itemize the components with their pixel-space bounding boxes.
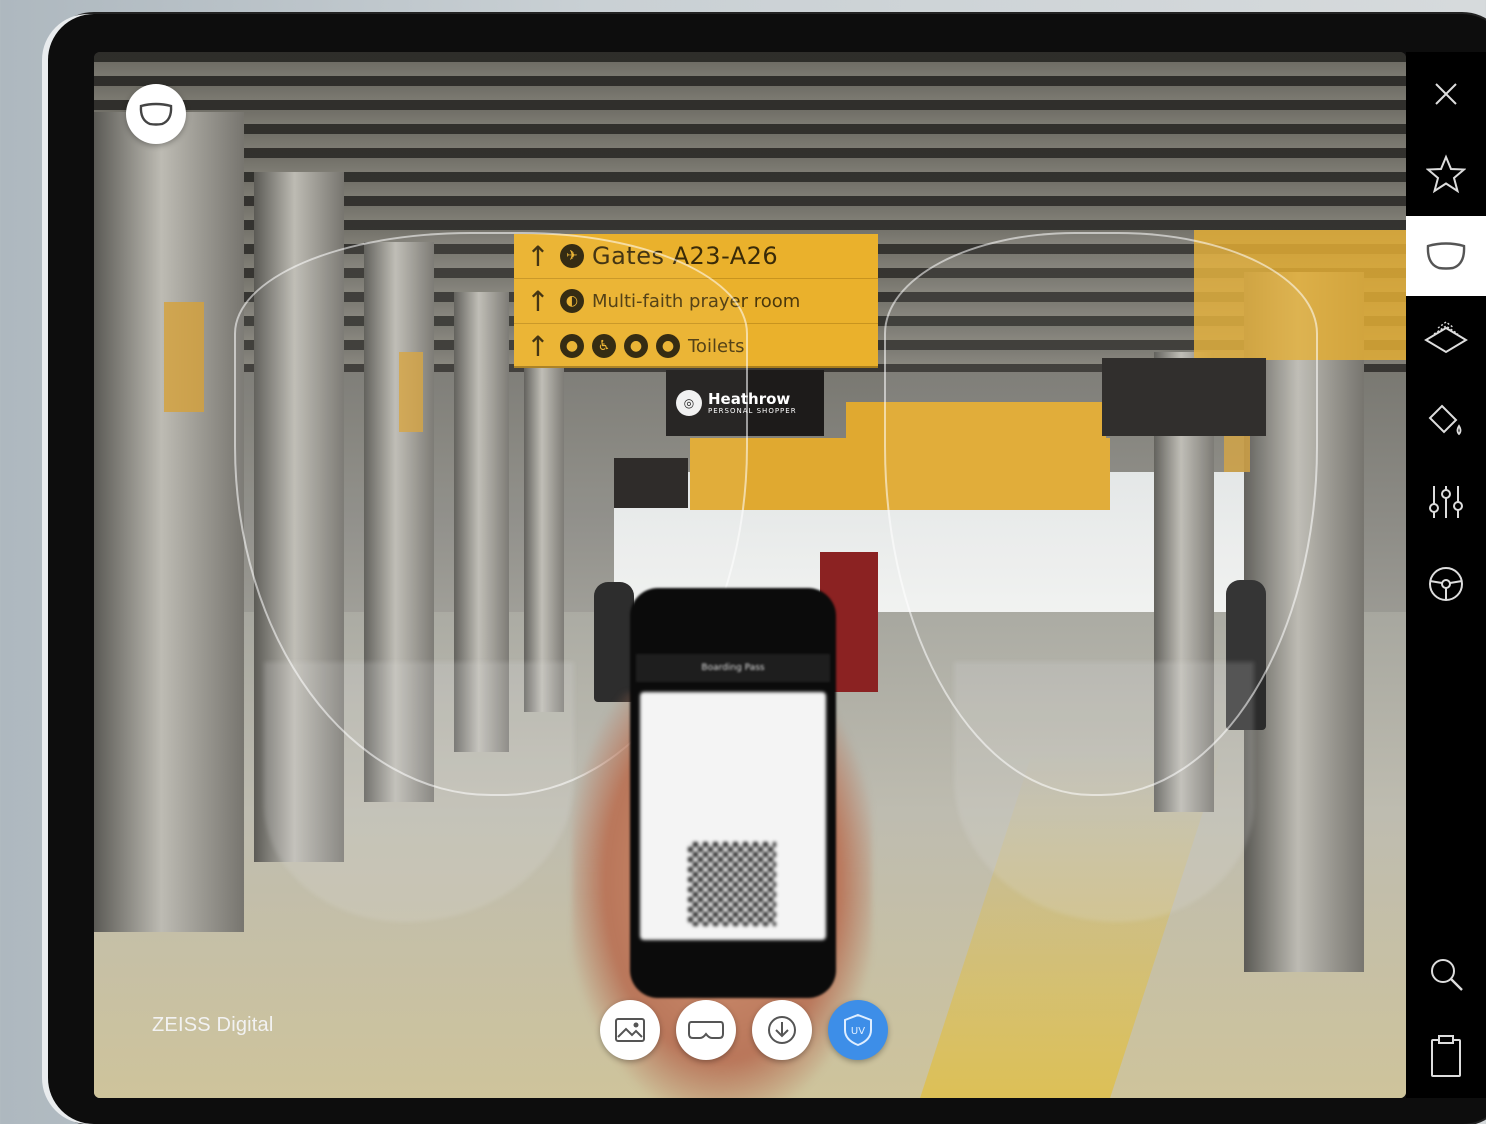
image-button[interactable] [600, 1000, 660, 1060]
phone-header: Boarding Pass [636, 654, 830, 682]
clipboard-button[interactable] [1406, 1016, 1486, 1096]
uv-protection-button[interactable]: UV [828, 1000, 888, 1060]
pillar [94, 112, 244, 932]
clipboard-icon [1431, 1035, 1461, 1077]
search-button[interactable] [1406, 934, 1486, 1014]
download-button[interactable] [752, 1000, 812, 1060]
brand-label: ZEISS Digital [152, 1014, 274, 1036]
favorites-button[interactable] [1406, 134, 1486, 214]
close-icon [1435, 83, 1457, 105]
sliders-icon [1429, 486, 1463, 518]
adjustments-button[interactable] [1406, 462, 1486, 542]
steering-button[interactable] [1406, 544, 1486, 624]
steering-wheel-icon [1429, 567, 1463, 601]
tint-button[interactable] [1406, 380, 1486, 460]
pillar-light [164, 302, 204, 412]
lens-frame-icon [139, 102, 173, 126]
lens-frame-icon [1426, 242, 1466, 270]
vr-headset-icon [688, 1021, 724, 1039]
search-icon [1431, 959, 1463, 991]
boarding-pass [640, 692, 826, 940]
vr-glasses-button[interactable] [676, 1000, 736, 1060]
close-button[interactable] [1406, 54, 1486, 134]
smartphone: Boarding Pass [630, 588, 836, 998]
image-icon [615, 1018, 645, 1042]
uv-shield-icon: UV [844, 1013, 872, 1047]
qr-code [688, 842, 776, 926]
paint-bucket-icon [1428, 404, 1462, 436]
right-toolbar [1406, 52, 1486, 1098]
layers-button[interactable] [1406, 298, 1486, 378]
bottom-controls: UV [600, 1000, 888, 1060]
uv-label: UV [851, 1026, 865, 1037]
simulation-viewport[interactable]: ↑ ✈ Gates A23-A26 ↑ ◐ Multi-faith prayer… [94, 52, 1406, 1098]
lens-shape-button[interactable] [1406, 216, 1486, 296]
star-icon [1426, 154, 1466, 194]
download-icon [768, 1016, 796, 1044]
lens-frame-button[interactable] [126, 84, 186, 144]
layers-icon [1424, 321, 1468, 354]
